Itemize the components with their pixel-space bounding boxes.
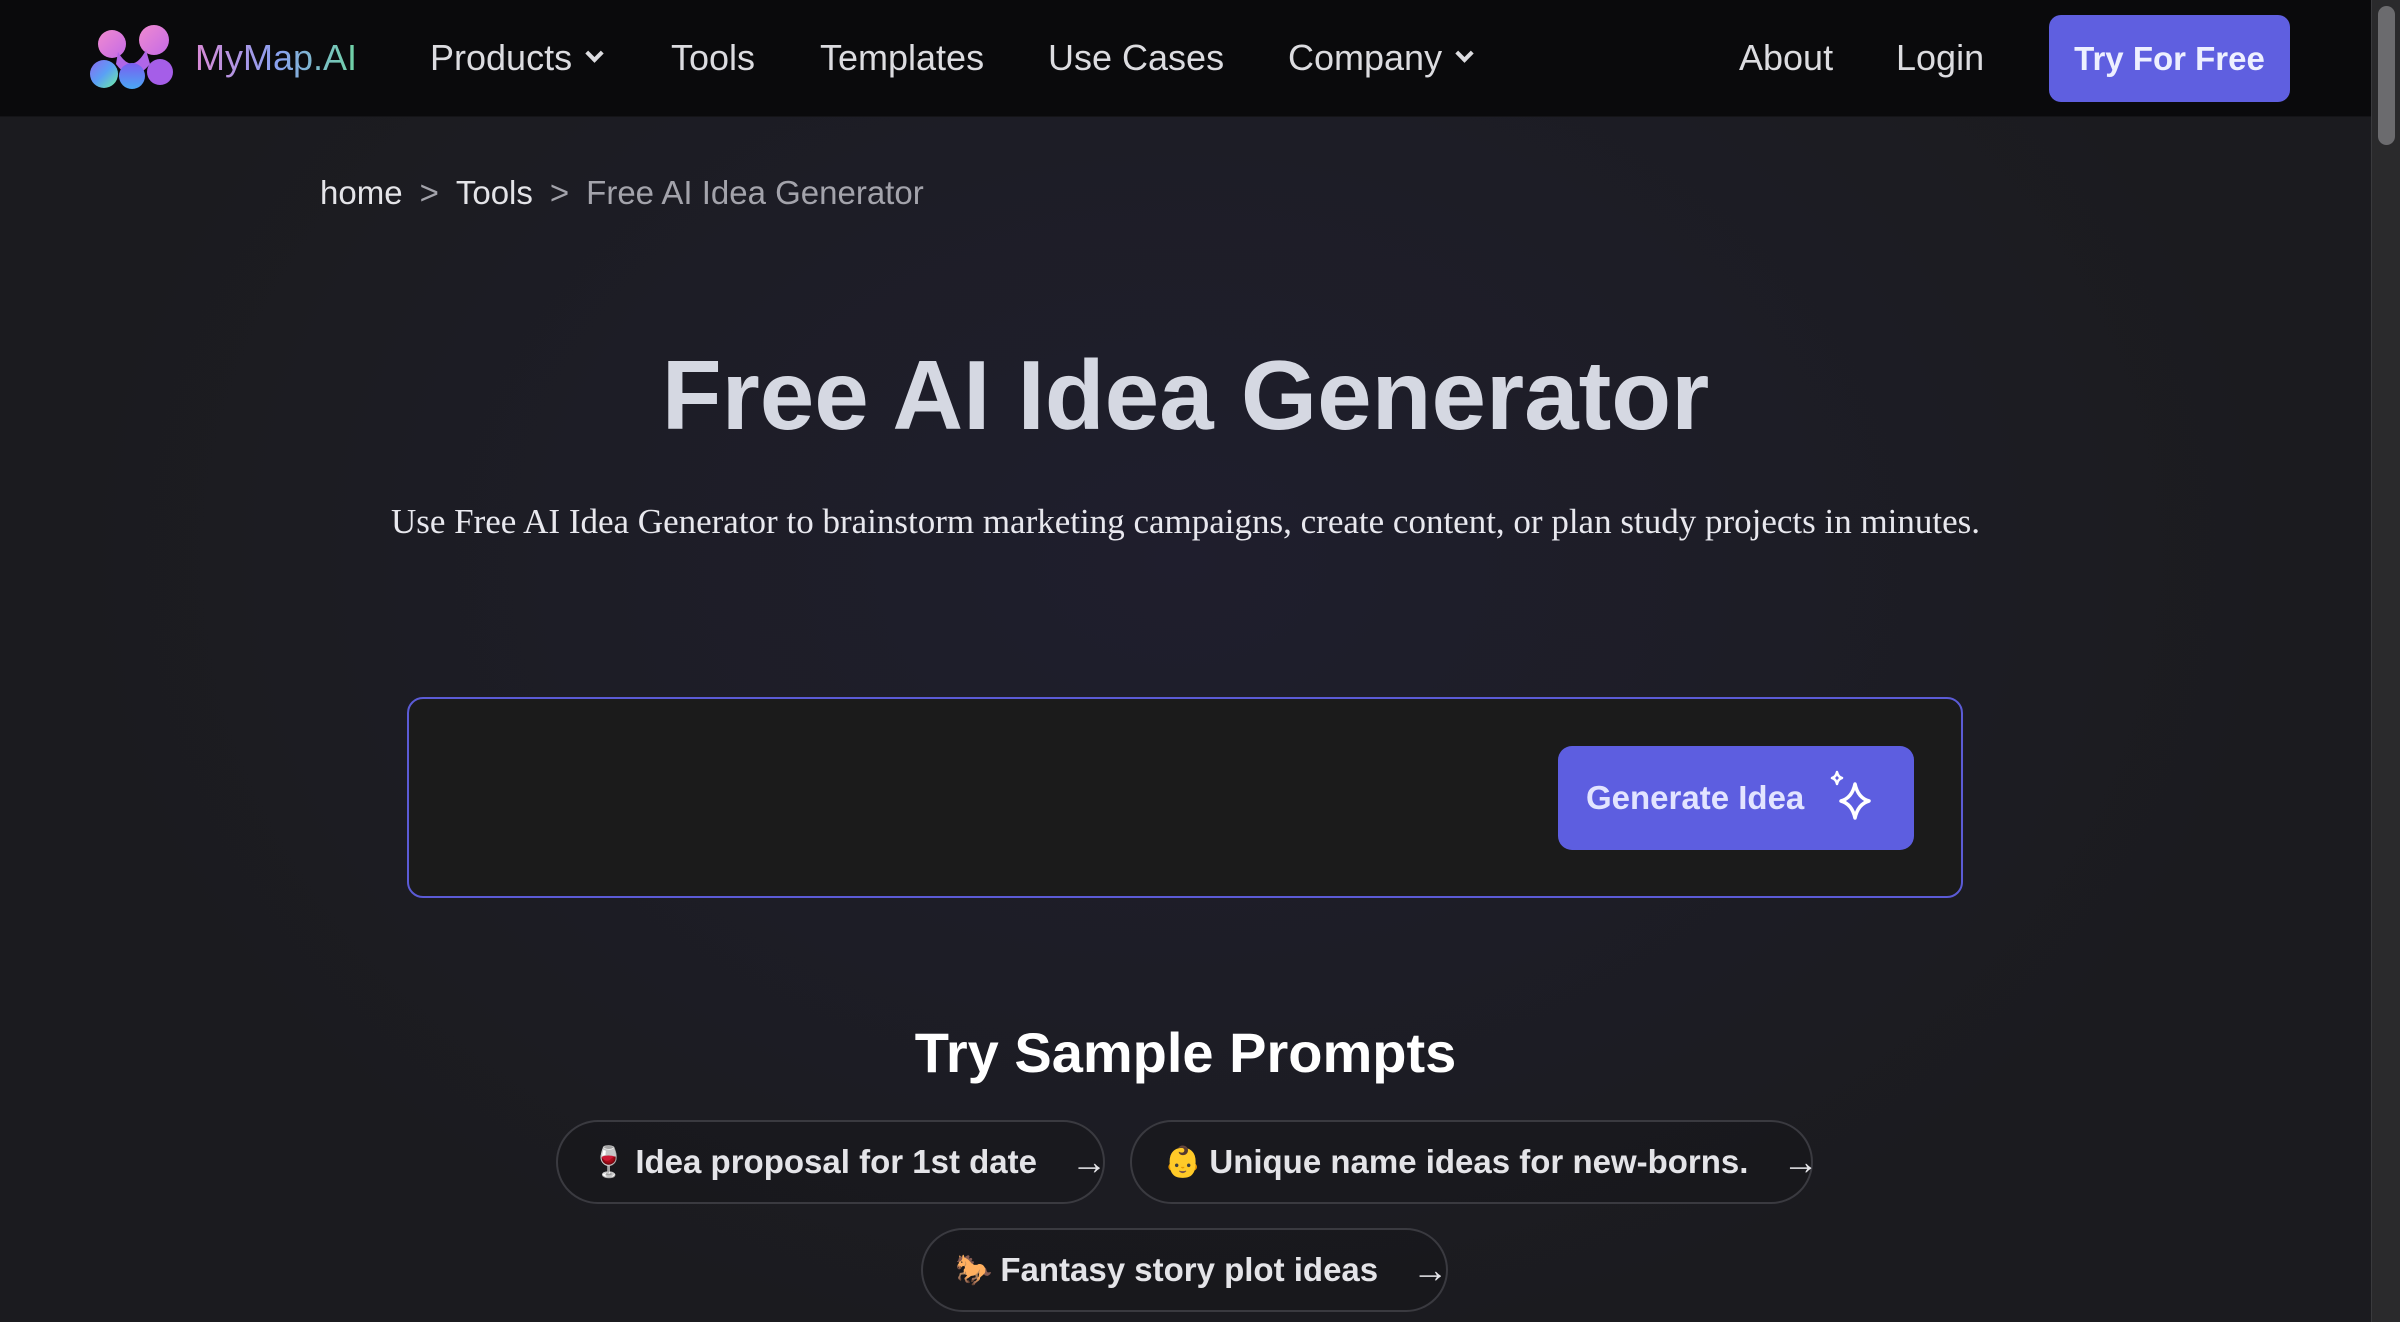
arrow-right-icon: →	[1070, 1141, 1107, 1182]
try-for-free-button[interactable]: Try For Free	[2049, 15, 2290, 102]
arrow-right-icon: →	[1782, 1141, 1819, 1182]
breadcrumb-separator: >	[549, 174, 570, 211]
brand-name[interactable]: MyMap.AI	[195, 36, 357, 80]
sample-prompt-chip[interactable]: 🐎 Fantasy story plot ideas →	[921, 1228, 1448, 1312]
chevron-down-icon	[585, 43, 604, 63]
nav-use-cases[interactable]: Use Cases	[1048, 36, 1224, 80]
nav-about-label: About	[1739, 37, 1834, 78]
nav-company[interactable]: Company	[1288, 36, 1474, 80]
sample-prompt-label: Unique name ideas for new-borns.	[1209, 1143, 1749, 1180]
top-nav: MyMap.AI Products Tools Templates Use Ca…	[0, 0, 2371, 117]
chevron-down-icon	[1455, 43, 1474, 63]
wine-glass-icon: 🍷	[590, 1145, 628, 1179]
nav-products[interactable]: Products	[430, 36, 604, 80]
breadcrumb-separator: >	[419, 174, 439, 211]
page-subtitle: Use Free AI Idea Generator to brainstorm…	[390, 502, 1981, 541]
nav-tools-label: Tools	[671, 37, 756, 78]
generate-idea-button[interactable]: Generate Idea	[1558, 746, 1914, 850]
nav-company-label: Company	[1288, 37, 1443, 78]
breadcrumb-home[interactable]: home	[320, 173, 403, 213]
generate-idea-label: Generate Idea	[1586, 779, 1805, 816]
sparkles-icon	[1830, 770, 1871, 820]
horse-icon: 🐎	[955, 1253, 993, 1287]
idea-prompt-box: Generate Idea	[407, 697, 1963, 898]
nav-templates-label: Templates	[820, 37, 985, 78]
nav-tools[interactable]: Tools	[671, 36, 755, 80]
sample-prompt-label: Idea proposal for 1st date	[635, 1143, 1037, 1180]
breadcrumb-tools[interactable]: Tools	[456, 173, 533, 213]
page-title: Free AI Idea Generator	[661, 340, 1710, 450]
nav-login-label: Login	[1896, 37, 1985, 78]
mymap-logo-icon[interactable]	[88, 24, 176, 92]
page-scrollbar[interactable]	[2371, 0, 2400, 1322]
sample-prompt-chip[interactable]: 👶 Unique name ideas for new-borns. →	[1130, 1120, 1818, 1204]
breadcrumb: home > Tools > Free AI Idea Generator	[320, 173, 924, 213]
arrow-right-icon: →	[1412, 1249, 1449, 1290]
idea-prompt-input[interactable]	[433, 723, 1523, 873]
baby-icon: 👶	[1164, 1145, 1202, 1179]
sample-prompt-chip[interactable]: 🍷 Idea proposal for 1st date →	[556, 1120, 1107, 1204]
sample-prompt-label: Fantasy story plot ideas	[1000, 1251, 1379, 1288]
nav-products-label: Products	[430, 37, 573, 78]
nav-templates[interactable]: Templates	[820, 36, 984, 80]
nav-use-cases-label: Use Cases	[1048, 37, 1225, 78]
breadcrumb-current: Free AI Idea Generator	[586, 174, 924, 211]
nav-about[interactable]: About	[1739, 36, 1833, 80]
scrollbar-thumb[interactable]	[2378, 6, 2395, 145]
sample-prompts-title: Try Sample Prompts	[914, 1021, 1457, 1084]
try-for-free-label: Try For Free	[2074, 39, 2265, 77]
nav-login[interactable]: Login	[1896, 36, 1984, 80]
